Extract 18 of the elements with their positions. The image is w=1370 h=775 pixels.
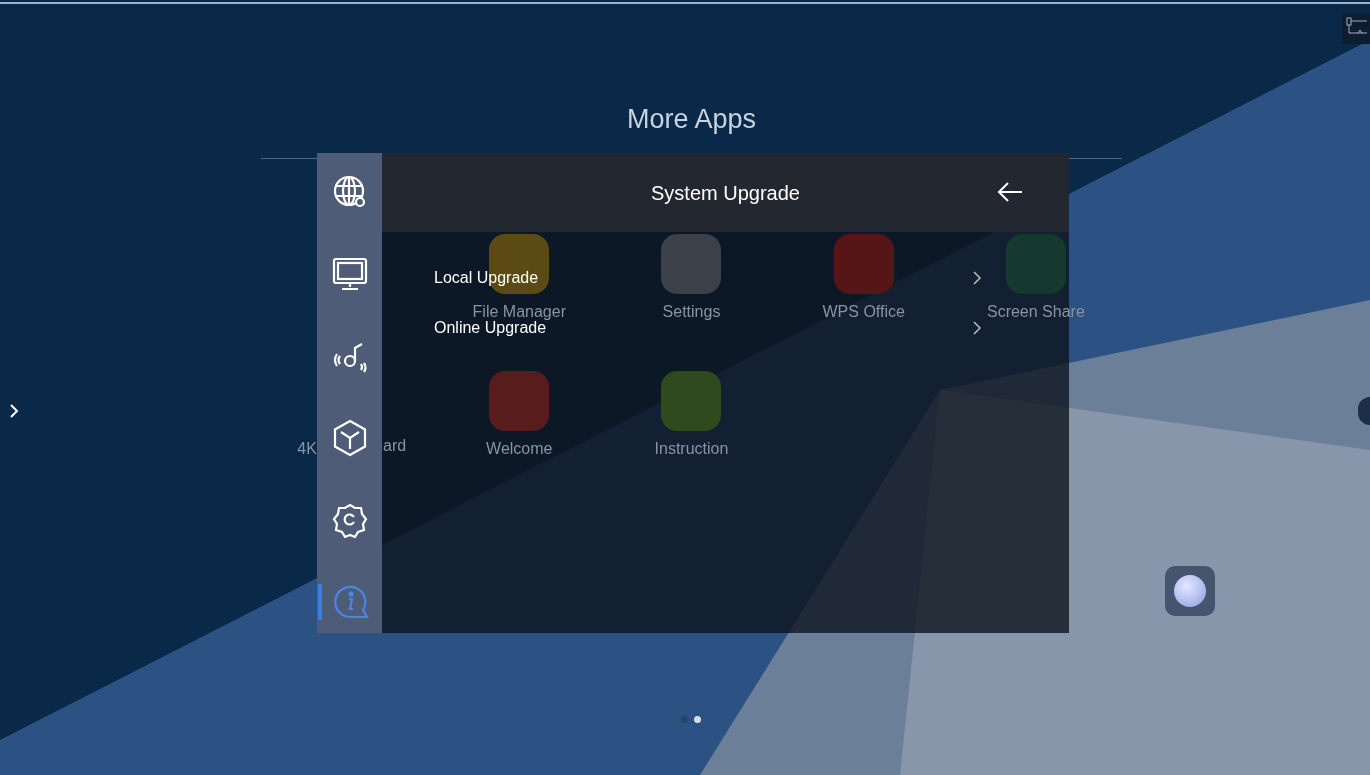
app-label: 4K <box>297 442 317 456</box>
app-label: Welcome <box>486 442 553 456</box>
network-icon[interactable] <box>1342 14 1370 44</box>
selection-indicator <box>318 584 322 620</box>
menu-option[interactable]: Local Upgrade <box>434 270 982 286</box>
menu-option[interactable]: Online Upgrade <box>434 320 982 336</box>
page-title: More Apps <box>625 103 758 136</box>
page-indicator-dot[interactable] <box>694 716 701 723</box>
floating-button[interactable] <box>1165 566 1215 616</box>
chevron-right-icon <box>972 270 982 286</box>
chevron-right-icon <box>972 320 982 336</box>
app-label: Instruction <box>654 442 729 456</box>
app-label: WPS Office <box>822 305 905 319</box>
back-arrow-icon[interactable] <box>996 179 1024 204</box>
page-indicator-dot[interactable] <box>681 716 688 723</box>
app-label: ard <box>383 439 407 453</box>
app-label: Settings <box>662 305 721 319</box>
panel-title: System Upgrade <box>651 180 800 206</box>
